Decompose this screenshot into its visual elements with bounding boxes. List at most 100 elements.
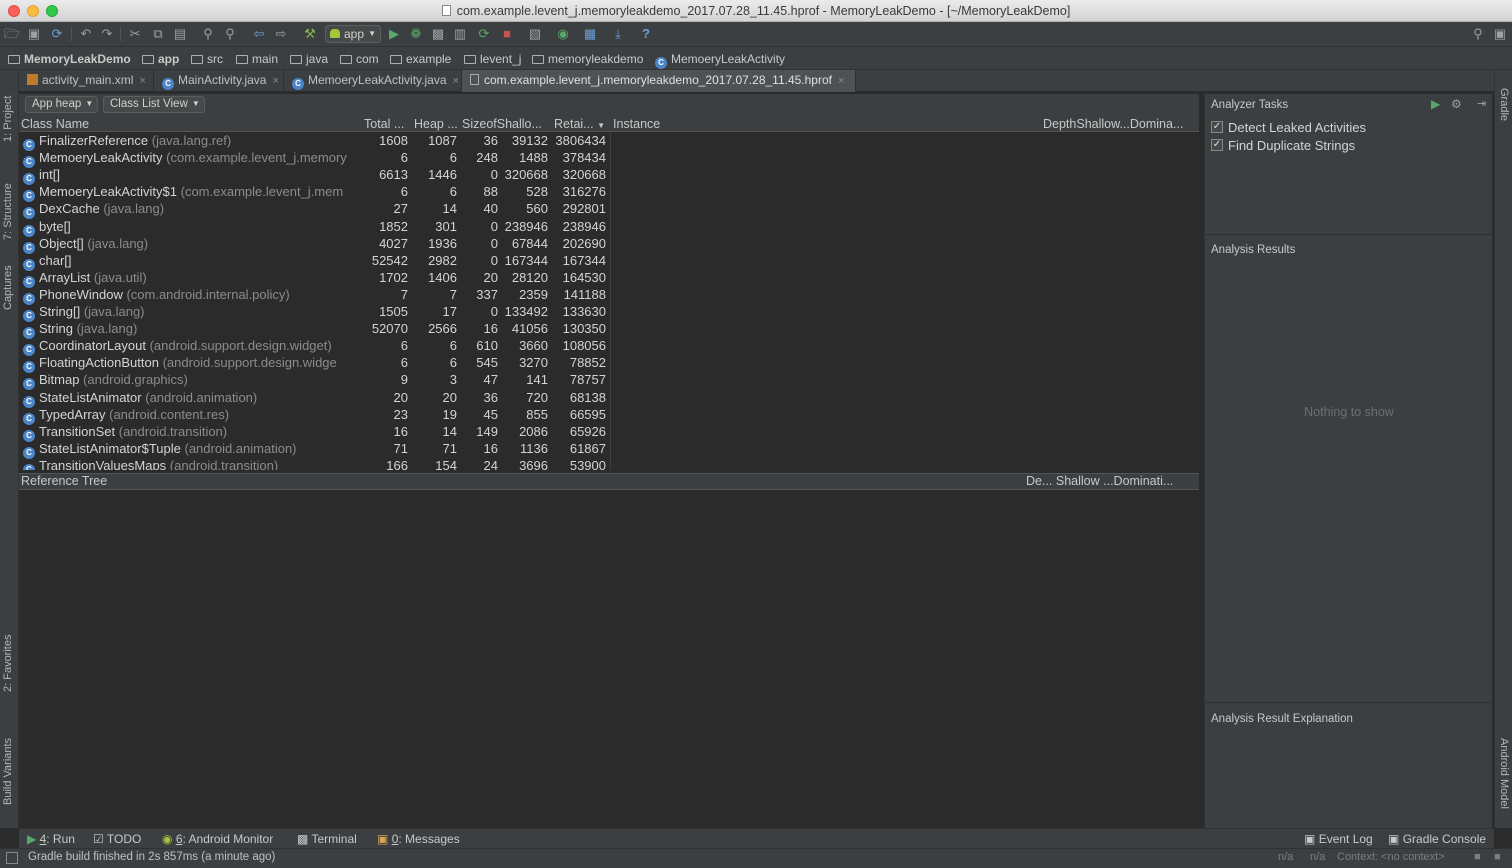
tool-tab-captures[interactable]: Captures bbox=[2, 265, 14, 310]
table-row[interactable]: C FinalizerReference (java.lang.ref) 1608 1… bbox=[19, 133, 611, 151]
breadcrumb-example[interactable]: example bbox=[390, 52, 451, 66]
breadcrumb-memoryleakdemo[interactable]: memoryleakdemo bbox=[532, 52, 643, 66]
chevron-down-icon: ▼ bbox=[368, 29, 376, 38]
avd-manager-icon[interactable]: ▧ bbox=[527, 27, 543, 41]
copy-icon[interactable]: ⧉ bbox=[150, 27, 166, 41]
table-row[interactable]: C CoordinatorLayout (android.support.desi… bbox=[19, 338, 611, 357]
table-row[interactable]: C MemoeryLeakActivity$1 (com.example.leve… bbox=[19, 184, 611, 203]
stop-icon[interactable]: ■ bbox=[499, 27, 515, 41]
event-log-icon[interactable]: ▣ bbox=[1492, 27, 1508, 41]
hide-panel-icon[interactable]: ⇥ bbox=[1477, 97, 1486, 110]
table-row[interactable]: C TransitionValuesMaps (android.transitio… bbox=[19, 458, 611, 470]
help-icon[interactable]: ? bbox=[638, 27, 654, 41]
tool-tab-gradle[interactable]: Gradle bbox=[1498, 88, 1510, 121]
breadcrumb-app[interactable]: app bbox=[142, 52, 179, 66]
run-tool-button[interactable]: ▶ 4: Run bbox=[27, 832, 75, 846]
tab-hprof[interactable]: com.example.levent_j.memoryleakdemo_2017… bbox=[462, 70, 856, 92]
breadcrumb-main[interactable]: main bbox=[236, 52, 278, 66]
table-row[interactable]: Cbyte[] 1852 301 0 238946 238946 bbox=[19, 219, 611, 237]
close-tab-icon[interactable]: × bbox=[139, 75, 145, 87]
make-project-icon[interactable]: ⚒ bbox=[302, 27, 318, 41]
table-row[interactable]: C PhoneWindow (com.android.internal.polic… bbox=[19, 287, 611, 305]
profile-icon[interactable]: ▩ bbox=[430, 27, 446, 41]
table-row[interactable]: C String (java.lang) 52070 2566 16 41056 13035… bbox=[19, 321, 611, 340]
event-log-tool-button[interactable]: ▣ Event Log bbox=[1304, 832, 1373, 846]
close-tab-icon[interactable]: × bbox=[453, 75, 459, 87]
column-class-name[interactable]: Class Name bbox=[21, 117, 89, 131]
project-structure-icon[interactable]: ▦ bbox=[582, 27, 598, 41]
messages-tool-button[interactable]: ▣ 0: Messages bbox=[377, 832, 460, 846]
gradle-icon: ▣ bbox=[1388, 832, 1400, 846]
table-row[interactable]: C Bitmap (android.graphics) 9 3 47 141 78757 bbox=[19, 372, 611, 391]
forward-icon[interactable]: ⇨ bbox=[273, 27, 289, 41]
tool-tab-favorites[interactable]: 2: Favorites bbox=[2, 635, 14, 692]
sdk-manager-icon[interactable]: ⤓ bbox=[610, 27, 626, 41]
table-row[interactable]: C FloatingActionButton (android.support.d… bbox=[19, 355, 611, 374]
gradle-console-tool-button[interactable]: ▣ Gradle Console bbox=[1388, 832, 1486, 846]
table-row[interactable]: C StateListAnimator$Tuple (android.animat… bbox=[19, 441, 611, 459]
breadcrumb-java[interactable]: java bbox=[290, 52, 328, 66]
save-icon[interactable]: ▣ bbox=[26, 27, 42, 41]
column-retained[interactable]: Retai... ▼ bbox=[554, 117, 611, 131]
table-row[interactable]: C MemoeryLeakActivity (com.example.levent… bbox=[19, 150, 611, 169]
run-analysis-icon[interactable]: ▶ bbox=[1431, 97, 1440, 111]
terminal-tool-button[interactable]: ▩ Terminal bbox=[297, 832, 357, 846]
close-tab-icon[interactable]: × bbox=[838, 75, 844, 87]
table-row[interactable]: C StateListAnimator (android.animation) 20… bbox=[19, 390, 611, 408]
cut-icon[interactable]: ✂ bbox=[127, 27, 143, 41]
replace-icon[interactable]: ⚲ bbox=[222, 27, 238, 41]
breadcrumb-src[interactable]: src bbox=[191, 52, 223, 66]
notification-icon[interactable]: ■ bbox=[1494, 851, 1501, 863]
find-icon[interactable]: ⚲ bbox=[200, 27, 216, 41]
run-icon[interactable]: ▶ bbox=[386, 27, 402, 41]
redo-icon[interactable]: ↷ bbox=[99, 27, 115, 41]
run-label: : Run bbox=[46, 832, 75, 846]
gear-icon[interactable]: ⚙ bbox=[1451, 97, 1462, 111]
lock-icon[interactable]: ■ bbox=[1474, 851, 1481, 863]
table-row[interactable]: Cchar[] 52542 2982 0 167344 167344 bbox=[19, 253, 611, 271]
reference-tree-columns[interactable]: De... Shallow ...Dominati... bbox=[1026, 474, 1173, 488]
back-icon[interactable]: ⇦ bbox=[251, 27, 267, 41]
breadcrumb-project[interactable]: MemoryLeakDemo bbox=[8, 52, 131, 66]
tool-tab-build-variants[interactable]: Build Variants bbox=[2, 738, 14, 805]
table-row[interactable]: C TransitionSet (android.transition) 16 14 1… bbox=[19, 424, 611, 442]
table-row[interactable]: C DexCache (java.lang) 27 14 40 560 292801 bbox=[19, 201, 611, 220]
column-instance[interactable]: Instance bbox=[613, 117, 660, 131]
find-duplicate-strings-checkbox[interactable]: ✓ bbox=[1211, 139, 1223, 151]
table-row[interactable]: C Object[] (java.lang) 4027 1936 0 67844 20269… bbox=[19, 236, 611, 254]
attach-debugger-icon[interactable]: ▥ bbox=[452, 27, 468, 41]
open-folder-icon[interactable]: 🗁 bbox=[4, 27, 20, 41]
column-depth-shallow-dominator[interactable]: DepthShallow...Domina... bbox=[1043, 117, 1183, 131]
tab-activity-main-xml[interactable]: activity_main.xml × bbox=[19, 70, 154, 92]
breadcrumb-class[interactable]: C MemoeryLeakActivity bbox=[655, 52, 785, 69]
table-row[interactable]: C TypedArray (android.content.res) 23 19 45 8… bbox=[19, 407, 611, 425]
sync-gradle-icon[interactable]: ◉ bbox=[555, 27, 571, 41]
close-tab-icon[interactable]: × bbox=[272, 75, 278, 87]
sync-icon[interactable]: ⟳ bbox=[49, 27, 65, 41]
view-select[interactable]: Class List View ▼ bbox=[103, 96, 205, 113]
todo-tool-button[interactable]: ☑ TODO bbox=[93, 832, 141, 846]
run-configuration-select[interactable]: app ▼ bbox=[325, 25, 381, 43]
tab-main-activity[interactable]: C MainActivity.java × bbox=[154, 70, 284, 92]
column-total[interactable]: Total ... bbox=[364, 117, 410, 131]
table-row[interactable]: C String[] (java.lang) 1505 17 0 133492 133630 bbox=[19, 304, 611, 322]
search-icon[interactable]: ⚲ bbox=[1470, 27, 1486, 41]
apply-changes-icon[interactable]: ⟳ bbox=[476, 27, 492, 41]
column-heap[interactable]: Heap ... bbox=[414, 117, 458, 131]
breadcrumb-com[interactable]: com bbox=[340, 52, 379, 66]
table-row[interactable]: C ArrayList (java.util) 1702 1406 20 28120 164… bbox=[19, 270, 611, 288]
breadcrumb-levent-j[interactable]: levent_j bbox=[464, 52, 521, 66]
paste-icon[interactable]: ▤ bbox=[172, 27, 188, 41]
column-size-of-shallow[interactable]: SizeofShallo... bbox=[462, 117, 550, 131]
toggle-tool-windows-icon[interactable] bbox=[6, 852, 18, 864]
undo-icon[interactable]: ↶ bbox=[78, 27, 94, 41]
tab-memoery-leak-activity[interactable]: C MemoeryLeakActivity.java × bbox=[284, 70, 462, 92]
tool-tab-project[interactable]: 1: Project bbox=[2, 96, 14, 142]
tool-tab-android-model[interactable]: Android Model bbox=[1498, 738, 1510, 809]
tool-tab-structure[interactable]: 7: Structure bbox=[2, 183, 14, 240]
debug-icon[interactable]: ❁ bbox=[408, 27, 424, 41]
heap-select[interactable]: App heap ▼ bbox=[25, 96, 99, 113]
table-row[interactable]: Cint[] 6613 1446 0 320668 320668 bbox=[19, 167, 611, 186]
android-monitor-tool-button[interactable]: ◉ 6: Android Monitor bbox=[162, 832, 273, 846]
detect-leaked-activities-checkbox[interactable]: ✓ bbox=[1211, 121, 1223, 133]
